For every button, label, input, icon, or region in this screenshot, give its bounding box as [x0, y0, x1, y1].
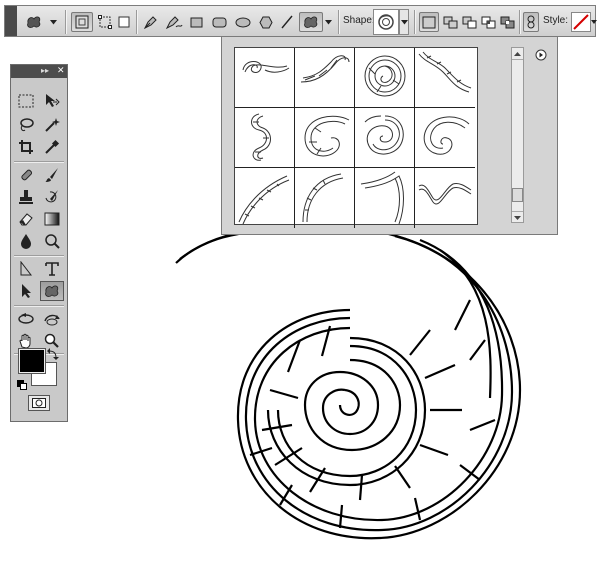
ellipse-tool-icon[interactable] [233, 12, 253, 32]
shape-picker-scrollbar[interactable] [511, 47, 524, 223]
default-colors-icon[interactable] [17, 377, 27, 390]
3d-rotate-tool-icon[interactable] [14, 309, 38, 329]
3d-orbit-tool-icon[interactable] [40, 309, 64, 329]
shape-thumbnail[interactable] [415, 48, 475, 108]
tools-panel-header[interactable]: ▸▸ ✕ [11, 65, 67, 78]
lasso-tool-icon[interactable] [14, 115, 38, 135]
scroll-up-arrow-icon[interactable] [512, 48, 523, 60]
clone-stamp-tool-icon[interactable] [14, 187, 38, 207]
style-dropdown-arrow-icon[interactable] [591, 12, 597, 32]
add-to-shape-area-icon[interactable] [441, 12, 459, 32]
paths-button[interactable] [95, 12, 115, 32]
tools-panel: ▸▸ ✕ [10, 64, 68, 422]
rounded-rectangle-tool-icon[interactable] [209, 12, 229, 32]
history-brush-tool-icon[interactable] [40, 187, 64, 207]
preset-dropdown-arrow-icon[interactable] [47, 12, 59, 32]
eyedropper-tool-icon[interactable] [40, 137, 64, 157]
circle-arrow-right-icon [535, 49, 547, 61]
path-selection-tool-icon[interactable] [14, 281, 38, 301]
shape-thumbnail-grid [234, 47, 478, 228]
shape-picker-dropdown-button[interactable] [399, 9, 409, 35]
picker-menu-button[interactable] [535, 48, 547, 61]
link-layer-style-icon[interactable] [523, 12, 539, 32]
collapse-panel-icon[interactable]: ▸▸ [41, 66, 49, 75]
hand-tool-icon[interactable] [14, 331, 38, 351]
eraser-tool-icon[interactable] [14, 209, 38, 229]
shape-layers-button[interactable] [71, 12, 93, 32]
pen-tool-icon[interactable] [141, 12, 161, 32]
line-tool-icon[interactable] [279, 12, 295, 32]
new-shape-layer-icon[interactable] [419, 12, 439, 32]
shape-thumbnail[interactable] [415, 108, 475, 168]
shape-thumbnail[interactable] [235, 168, 295, 228]
quick-mask-mode-icon[interactable] [28, 395, 50, 411]
shape-preview-swatch[interactable] [373, 9, 399, 35]
shape-thumbnail[interactable] [235, 48, 295, 108]
freeform-pen-tool-icon[interactable] [163, 12, 185, 32]
shape-thumbnail[interactable] [415, 168, 475, 228]
custom-shape-tool-icon[interactable] [299, 12, 323, 32]
style-label: Style: [543, 15, 569, 26]
custom-shape-picker [221, 36, 558, 235]
shape-thumbnail[interactable] [235, 108, 295, 168]
custom-shape-tool-icon[interactable] [40, 281, 64, 301]
rectangle-tool-icon[interactable] [187, 12, 205, 32]
intersect-shape-areas-icon[interactable] [479, 12, 497, 32]
blur-tool-icon[interactable] [14, 231, 38, 251]
swap-colors-icon[interactable] [47, 347, 59, 360]
move-tool-icon[interactable] [40, 91, 64, 111]
scroll-thumb[interactable] [512, 188, 523, 202]
style-swatch[interactable] [571, 12, 591, 32]
healing-brush-tool-icon[interactable] [14, 165, 38, 185]
foreground-color-swatch[interactable] [18, 348, 46, 374]
shape-thumbnail[interactable] [355, 168, 415, 228]
dodge-tool-icon[interactable] [40, 231, 64, 251]
magic-wand-tool-icon[interactable] [40, 115, 64, 135]
brush-tool-icon[interactable] [40, 165, 64, 185]
shape-thumbnail[interactable] [295, 168, 355, 228]
shape-thumbnail[interactable] [295, 108, 355, 168]
fill-pixels-button[interactable] [115, 12, 133, 32]
rectangular-marquee-tool-icon[interactable] [14, 91, 38, 111]
shape-thumbnail[interactable] [355, 48, 415, 108]
close-panel-icon[interactable]: ✕ [57, 65, 65, 76]
type-tool-icon[interactable] [40, 259, 64, 279]
shape-thumbnail[interactable] [295, 48, 355, 108]
options-bar-grip[interactable] [5, 6, 17, 36]
subtract-from-shape-area-icon[interactable] [460, 12, 478, 32]
custom-shape-preset-icon[interactable] [23, 12, 45, 32]
gradient-tool-icon[interactable] [40, 209, 64, 229]
shape-label: Shape: [343, 15, 375, 26]
exclude-overlapping-shape-areas-icon[interactable] [498, 12, 516, 32]
crop-tool-icon[interactable] [14, 137, 38, 157]
scroll-down-arrow-icon[interactable] [512, 211, 523, 223]
custom-shape-dropdown-arrow-icon[interactable] [323, 12, 333, 32]
polygon-tool-icon[interactable] [257, 12, 275, 32]
direct-selection-tool-icon[interactable] [14, 259, 38, 279]
shape-thumbnail[interactable] [355, 108, 415, 168]
options-bar: Shape: Style: [4, 5, 597, 37]
